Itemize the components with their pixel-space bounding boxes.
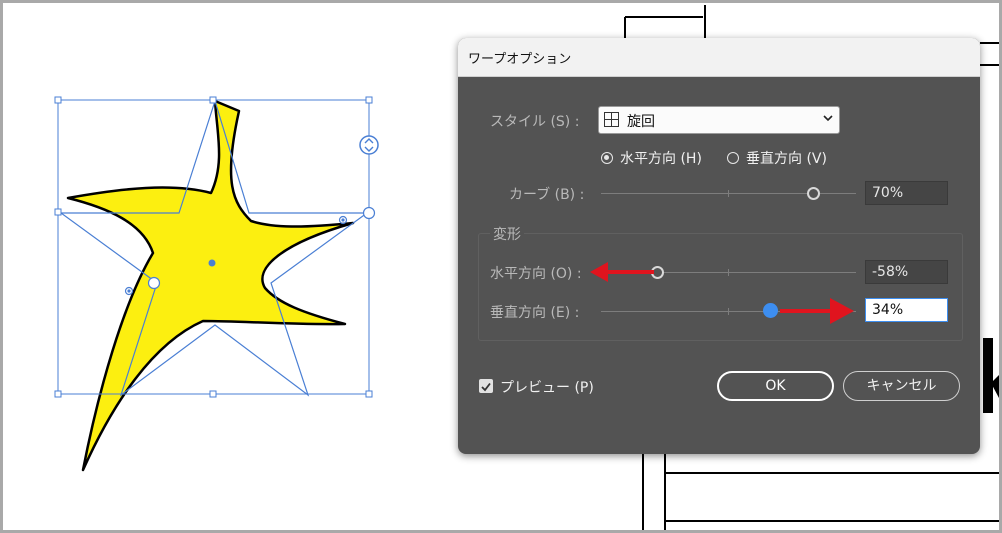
dialog-title: ワープオプション <box>468 52 572 67</box>
style-dropdown[interactable]: 旋回 <box>598 106 840 134</box>
horizontal-radio-button[interactable] <box>601 152 613 164</box>
screenshot-frame: ワープオプション スタイル (S) : 旋回 水平方向 (H) 垂直方向 (V)… <box>0 0 1002 533</box>
style-label: スタイル (S) : <box>490 114 580 130</box>
dialog-titlebar[interactable]: ワープオプション <box>458 38 980 77</box>
warp-options-dialog: ワープオプション スタイル (S) : 旋回 水平方向 (H) 垂直方向 (V)… <box>458 38 980 454</box>
distortion-group-box <box>478 233 963 341</box>
distortion-group-label: 変形 <box>490 224 524 244</box>
vertical-radio-label[interactable]: 垂直方向 (V) <box>746 148 827 168</box>
chevron-down-icon <box>823 115 833 122</box>
style-dropdown-value: 旋回 <box>627 114 655 130</box>
horizontal-radio-label[interactable]: 水平方向 (H) <box>620 148 702 168</box>
bend-label: カーブ (B) : <box>509 187 585 203</box>
warp-side-handle-right[interactable] <box>362 206 376 220</box>
preview-checkbox[interactable] <box>479 379 493 393</box>
rotate-handle-icon[interactable] <box>359 135 379 155</box>
warped-star-shape[interactable] <box>66 99 355 472</box>
bend-slider-center-tick <box>728 190 729 197</box>
horizontal-distortion-value-field[interactable]: -58% <box>865 260 948 284</box>
horizontal-distortion-center-tick <box>728 269 729 276</box>
bend-value-field[interactable]: 70% <box>865 181 948 205</box>
warp-grid-icon <box>604 112 619 127</box>
vertical-distortion-center-tick <box>728 308 729 315</box>
cancel-button[interactable]: キャンセル <box>843 371 960 401</box>
vertical-distortion-label: 垂直方向 (E) : <box>490 305 580 321</box>
vertical-radio-button[interactable] <box>727 152 739 164</box>
vertical-distortion-value-field[interactable]: 34% <box>865 298 948 322</box>
warp-side-handle-left[interactable] <box>147 276 161 290</box>
background-letter-fragment <box>983 338 999 413</box>
bend-slider-thumb[interactable] <box>807 187 820 200</box>
center-point <box>208 259 216 267</box>
ok-button[interactable]: OK <box>717 371 834 401</box>
horizontal-distortion-label: 水平方向 (O) : <box>490 266 582 282</box>
annotation-arrow-right <box>780 298 854 324</box>
checkmark-icon <box>481 382 491 392</box>
preview-label[interactable]: プレビュー (P) <box>500 377 594 397</box>
annotation-arrow-left <box>590 262 654 282</box>
